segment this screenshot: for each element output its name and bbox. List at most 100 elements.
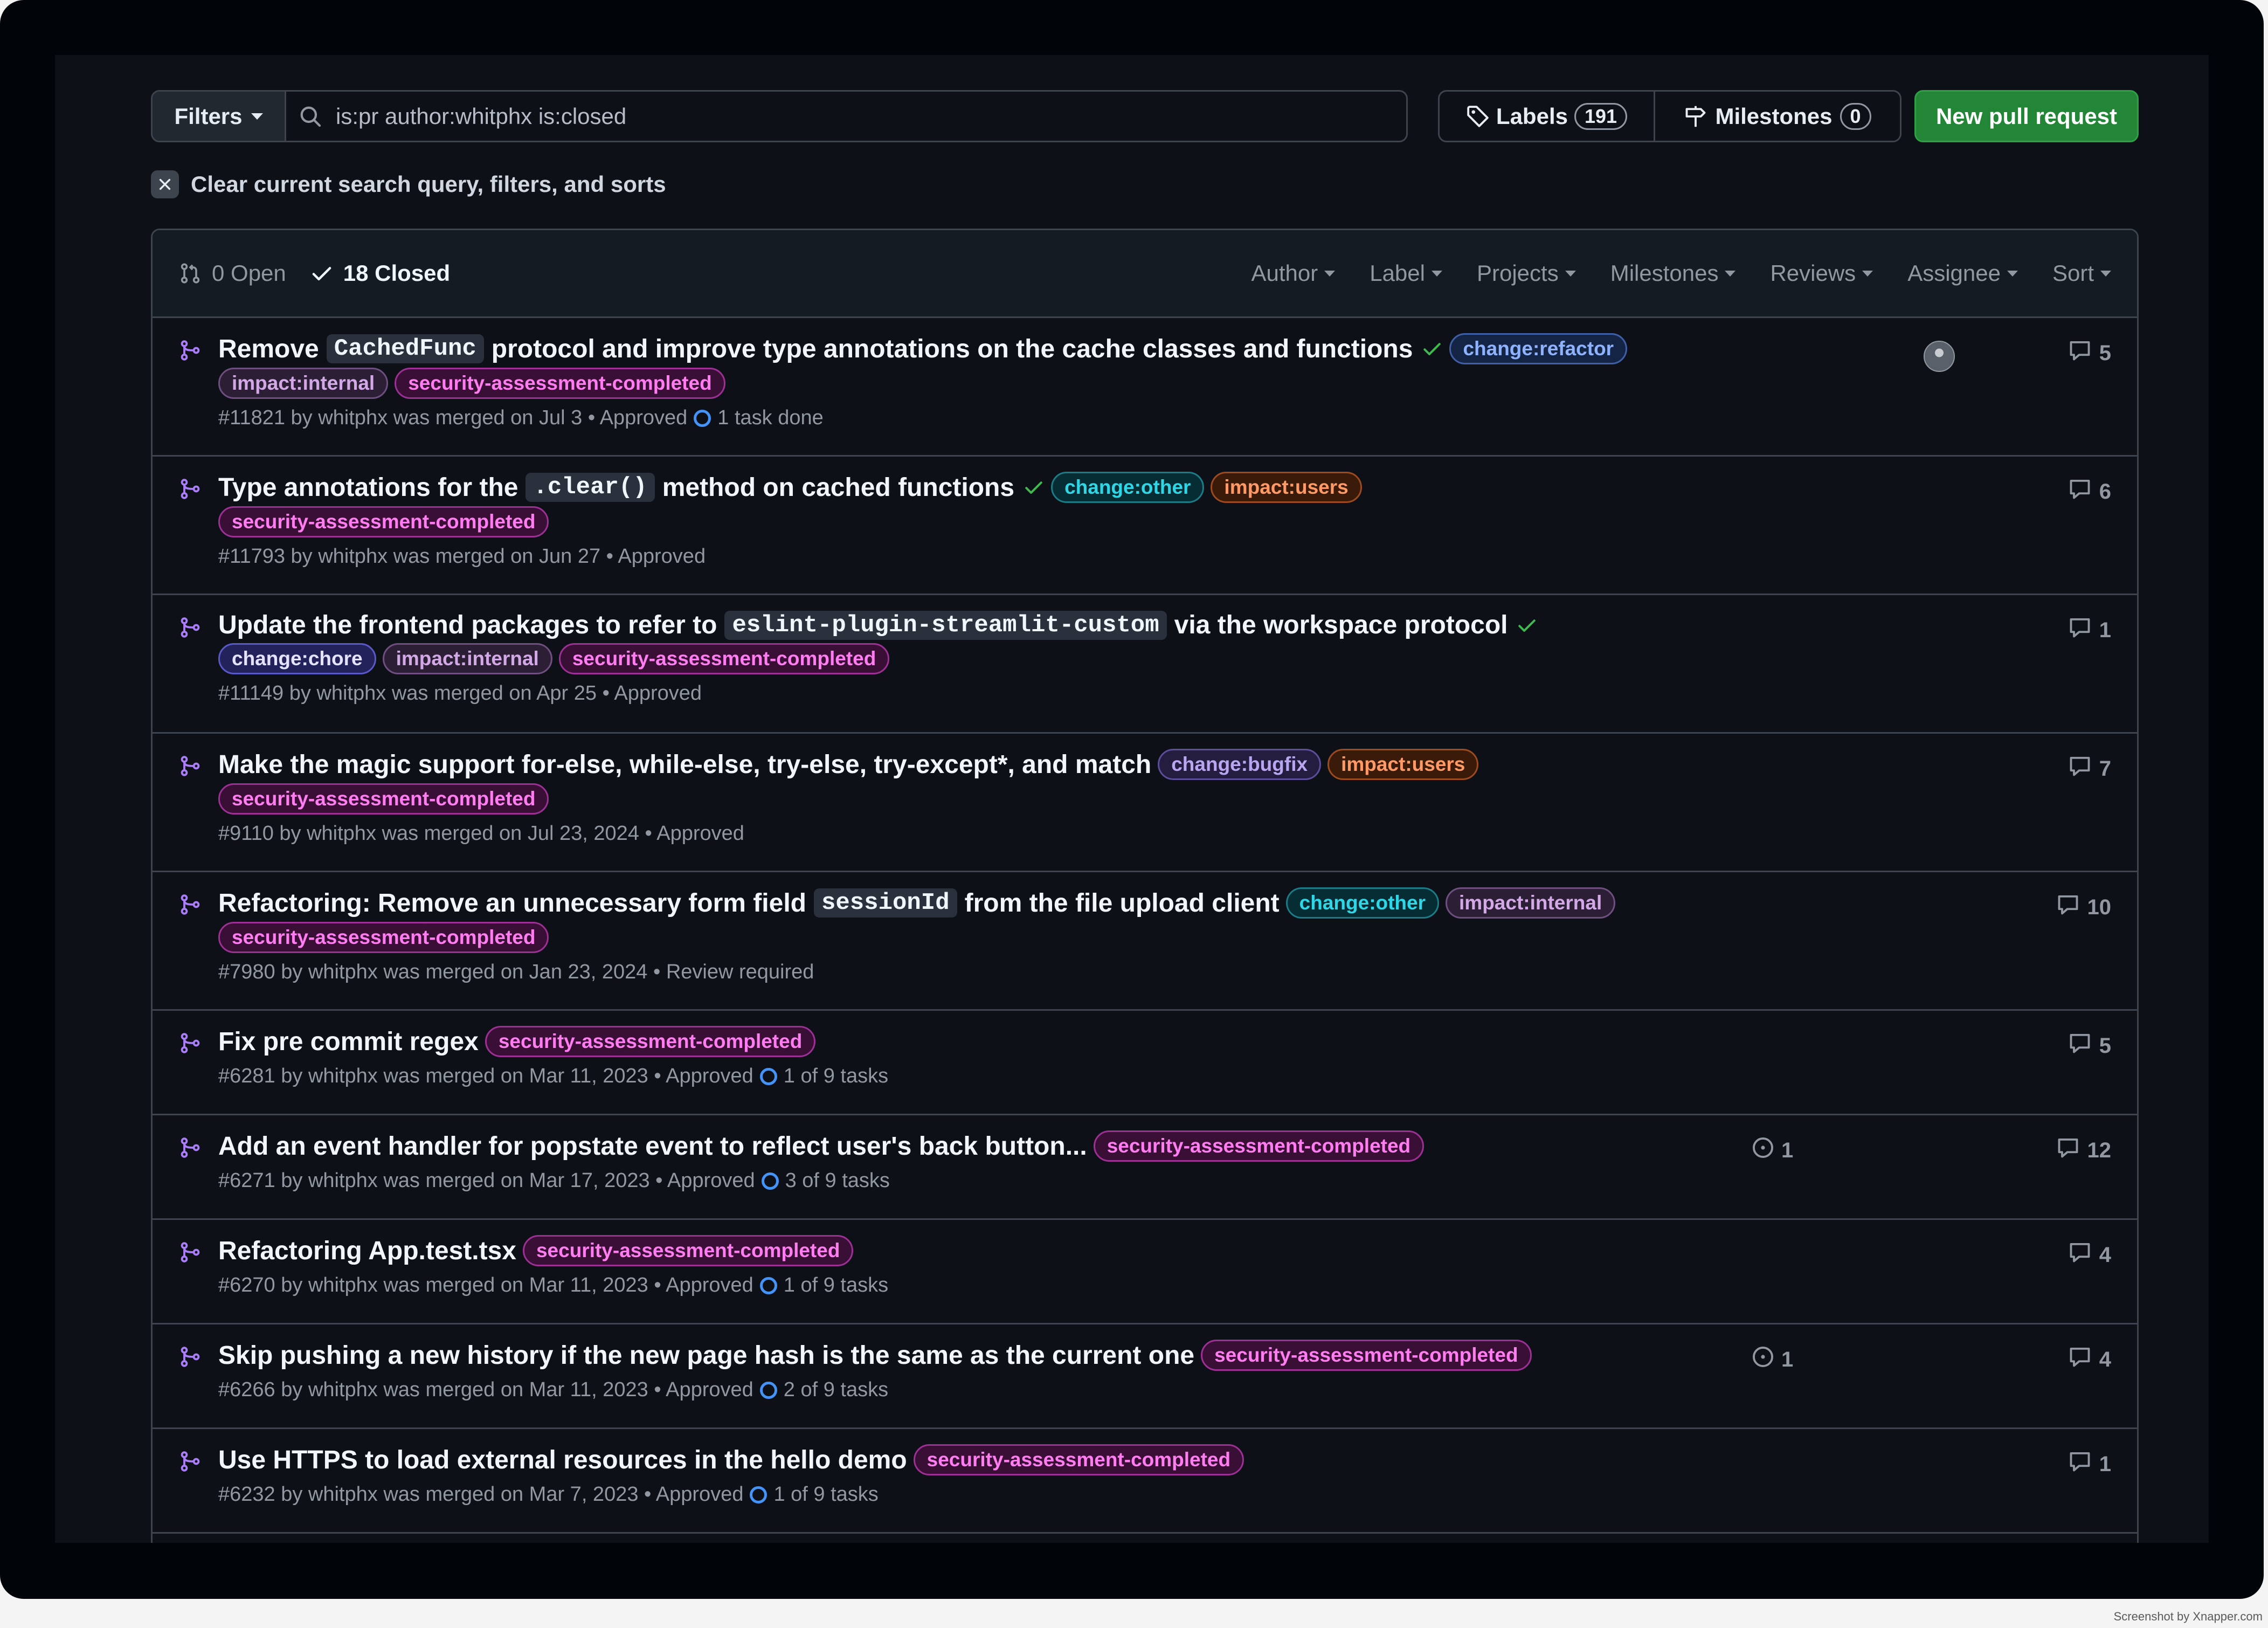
task-progress[interactable]: 1 of 9 tasks: [750, 1483, 879, 1506]
reviews-menu[interactable]: Reviews: [1753, 260, 1890, 286]
labels-button[interactable]: Labels 191: [1440, 92, 1655, 141]
label-badge[interactable]: impact:users: [1211, 472, 1362, 503]
label-badge[interactable]: change:other: [1051, 472, 1205, 503]
sort-menu[interactable]: Sort: [2035, 260, 2111, 286]
comments-link[interactable]: 12: [2056, 1136, 2112, 1165]
label-badge[interactable]: security-assessment-completed: [395, 368, 725, 399]
top-toolbar: Filters Labels 191 Milestones 0: [151, 90, 2139, 142]
task-progress[interactable]: 1 of 9 tasks: [759, 1274, 888, 1297]
label-badge[interactable]: impact:internal: [382, 643, 552, 674]
milestones-button[interactable]: Milestones 0: [1655, 92, 1900, 141]
comments-link[interactable]: 4: [2068, 1240, 2111, 1270]
pull-request-title-link[interactable]: Add an event handler for popstate event …: [218, 1132, 1087, 1161]
comments-link[interactable]: 10: [2056, 893, 2111, 922]
pull-request-title-link[interactable]: Refactoring App.test.tsx: [218, 1236, 516, 1266]
pull-request-title-link[interactable]: Skip pushing a new history if the new pa…: [218, 1341, 1194, 1370]
pull-request-row[interactable]: Refactoring App.test.tsx security-assessm…: [153, 1220, 2137, 1325]
label-badge[interactable]: change:other: [1285, 887, 1440, 919]
clear-query-link[interactable]: Clear current search query, filters, and…: [151, 170, 666, 198]
milestone-icon: [1686, 106, 1706, 127]
comments-count: 6: [2099, 479, 2111, 503]
label-badge[interactable]: change:bugfix: [1158, 749, 1322, 780]
linked-issues[interactable]: 1: [1751, 1345, 1793, 1374]
comments-link[interactable]: 5: [2068, 1031, 2111, 1060]
label-badge[interactable]: impact:users: [1327, 749, 1479, 780]
pull-request-row[interactable]: Refactoring: Remove an unnecessary form …: [153, 872, 2137, 1011]
open-filter-tab[interactable]: 0 Open: [178, 260, 286, 286]
filters-button[interactable]: Filters: [153, 92, 286, 141]
label-badge[interactable]: security-assessment-completed: [913, 1444, 1244, 1475]
label-line: change:chore impact:internal security-asse…: [218, 643, 2137, 674]
check-icon[interactable]: [1023, 477, 1045, 498]
check-icon[interactable]: [1421, 338, 1443, 360]
check-icon[interactable]: [1516, 615, 1538, 636]
pull-request-title-link[interactable]: Use HTTPS to load external resources in …: [218, 1445, 907, 1475]
pull-request-meta: #11149 by whitphx was merged on Apr 25 •…: [218, 682, 2137, 705]
label-badge[interactable]: security-assessment-completed: [218, 783, 549, 815]
meta-text: #6266 by whitphx was merged on Mar 11, 2…: [218, 1378, 753, 1401]
label-badge[interactable]: impact:internal: [218, 368, 389, 399]
meta-text: #9110 by whitphx was merged on Jul 23, 2…: [218, 822, 744, 845]
label-badge[interactable]: security-assessment-completed: [1093, 1130, 1425, 1162]
comments-link[interactable]: 7: [2068, 754, 2111, 783]
pull-request-row[interactable]: Type annotations for the .clear() method…: [153, 457, 2137, 595]
pull-request-title-link[interactable]: Refactoring: Remove an unnecessary form …: [218, 888, 1280, 918]
label-menu[interactable]: Label: [1352, 260, 1460, 286]
label-badge[interactable]: security-assessment-completed: [485, 1026, 816, 1057]
issue-opened-icon: [1751, 1136, 1775, 1165]
label-badge[interactable]: impact:internal: [1446, 887, 1616, 919]
pull-request-title-link[interactable]: Type annotations for the .clear() method…: [218, 473, 1014, 502]
git-merge-icon: [178, 754, 202, 778]
new-pull-request-button[interactable]: New pull request: [1914, 90, 2139, 142]
label-badge[interactable]: security-assessment-completed: [522, 1235, 854, 1266]
comments-link[interactable]: 5: [2068, 339, 2111, 368]
pull-request-title-link[interactable]: Remove CachedFunc protocol and improve t…: [218, 334, 1413, 364]
pull-request-meta: #9110 by whitphx was merged on Jul 23, 2…: [218, 822, 2137, 845]
closed-filter-tab[interactable]: 18 Closed: [310, 260, 450, 286]
comments-count: 12: [2087, 1138, 2112, 1162]
pull-request-row[interactable]: Use HTTPS to load external resources in …: [153, 1429, 2137, 1534]
comments-link[interactable]: 6: [2068, 477, 2111, 506]
pull-request-row[interactable]: Skip pushing a new history if the new pa…: [153, 1325, 2137, 1429]
comment-icon: [2068, 1345, 2092, 1374]
label-line: security-assessment-completed: [218, 783, 2137, 815]
pull-request-row[interactable]: Add an event handler for popstate event …: [153, 1115, 2137, 1220]
assignee-avatar[interactable]: [1924, 341, 1955, 372]
milestones-menu[interactable]: Milestones: [1593, 260, 1753, 286]
comments-link[interactable]: 1: [2068, 1450, 2111, 1479]
pull-request-row[interactable]: Remove CachedFunc protocol and improve t…: [153, 318, 2137, 457]
meta-text: #7980 by whitphx was merged on Jan 23, 2…: [218, 961, 814, 983]
git-merge-icon: [178, 477, 202, 501]
comments-link[interactable]: 1: [2068, 616, 2111, 645]
task-progress[interactable]: 1 task done: [694, 406, 824, 430]
pull-request-row[interactable]: Make the magic support for-else, while-e…: [153, 734, 2137, 872]
assignee-menu[interactable]: Assignee: [1890, 260, 2035, 286]
pull-request-content: Type annotations for the .clear() method…: [218, 472, 2137, 568]
pull-request-title-link[interactable]: Make the magic support for-else, while-e…: [218, 750, 1151, 779]
label-badge[interactable]: security-assessment-completed: [1201, 1340, 1532, 1371]
task-progress[interactable]: 2 of 9 tasks: [759, 1378, 888, 1402]
chevron-down-icon: [1725, 270, 1736, 277]
assignee-menu-label: Assignee: [1907, 260, 2001, 286]
pull-request-row[interactable]: Fix pre commit regex security-assessment-…: [153, 1011, 2137, 1115]
title-code: sessionId: [813, 888, 957, 918]
title-text: Refactoring: Remove an unnecessary form …: [218, 888, 806, 918]
task-progress-icon: [759, 1067, 777, 1085]
comments-link[interactable]: 4: [2068, 1345, 2111, 1374]
linked-issues[interactable]: 1: [1751, 1136, 1793, 1165]
pull-request-title-link[interactable]: Update the frontend packages to refer to…: [218, 610, 1508, 640]
pull-request-title-link[interactable]: Fix pre commit regex: [218, 1027, 479, 1057]
search-input[interactable]: [336, 103, 1406, 129]
label-badge[interactable]: change:refactor: [1449, 333, 1628, 364]
pull-request-row[interactable]: Update the frontend packages to refer to…: [153, 595, 2137, 734]
projects-menu[interactable]: Projects: [1460, 260, 1593, 286]
label-badge[interactable]: security-assessment-completed: [218, 506, 549, 537]
chevron-down-icon: [1431, 270, 1442, 277]
task-progress[interactable]: 3 of 9 tasks: [761, 1169, 890, 1192]
title-line: Add an event handler for popstate event …: [218, 1130, 2137, 1162]
task-progress[interactable]: 1 of 9 tasks: [759, 1065, 888, 1088]
label-badge[interactable]: change:chore: [218, 643, 376, 674]
label-badge[interactable]: security-assessment-completed: [558, 643, 890, 674]
label-badge[interactable]: security-assessment-completed: [218, 922, 549, 953]
author-menu[interactable]: Author: [1234, 260, 1352, 286]
